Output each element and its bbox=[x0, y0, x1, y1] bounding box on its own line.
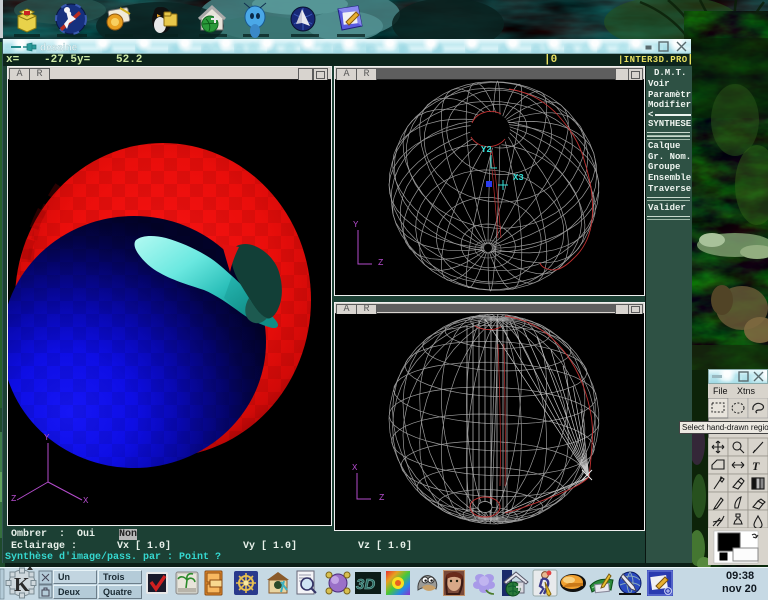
svg-text:09:38: 09:38 bbox=[726, 570, 754, 582]
svg-text:K: K bbox=[14, 574, 30, 596]
svg-text:3D: 3D bbox=[356, 576, 375, 593]
svg-text:X3: X3 bbox=[513, 173, 524, 183]
svg-text:Y: Y bbox=[44, 433, 50, 443]
svg-text:X: X bbox=[83, 496, 89, 506]
svg-text:Y2: Y2 bbox=[481, 145, 492, 155]
svg-text:dessine: dessine bbox=[40, 43, 78, 54]
svg-text:Y: Y bbox=[353, 220, 359, 230]
svg-text:X: X bbox=[352, 463, 358, 473]
svg-text:nov 20: nov 20 bbox=[722, 583, 757, 595]
svg-text:Z: Z bbox=[11, 494, 17, 504]
svg-text:Z: Z bbox=[379, 493, 385, 503]
svg-text:T: T bbox=[752, 459, 760, 473]
svg-text:Z: Z bbox=[378, 258, 384, 268]
